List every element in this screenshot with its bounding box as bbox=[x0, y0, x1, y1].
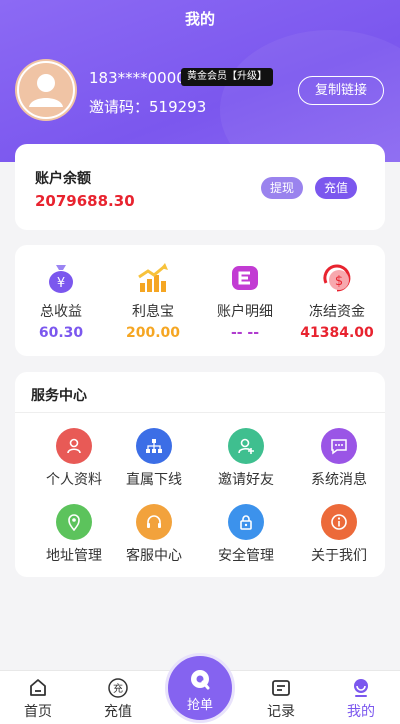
tab-home[interactable]: 首页 bbox=[8, 677, 68, 721]
service-center-card: 服务中心 个人资料 直属下线 邀请好友 系统消息 地址管理 客服中心 安全管理 … bbox=[15, 372, 385, 577]
svg-text:$: $ bbox=[335, 274, 343, 289]
service-center-title: 服务中心 bbox=[31, 388, 87, 404]
invite-code: 邀请码：519293 bbox=[89, 98, 207, 116]
tab-home-label: 首页 bbox=[24, 704, 52, 720]
stat-label: 总收益 bbox=[40, 304, 82, 320]
money-bag-icon: ¥ bbox=[49, 265, 73, 293]
stats-card: ¥ 总收益 60.30 利息宝 200.00 账户明细 -- -- $ 冻结资金 bbox=[15, 245, 385, 356]
add-user-icon bbox=[228, 428, 264, 464]
stat-label: 账户明细 bbox=[217, 304, 273, 320]
grab-order-button[interactable]: 抢单 bbox=[165, 653, 235, 723]
records-icon bbox=[272, 680, 290, 696]
tab-mine-label: 我的 bbox=[347, 704, 375, 720]
service-label: 地址管理 bbox=[46, 548, 102, 564]
stat-interest-treasure[interactable]: 利息宝 200.00 bbox=[107, 261, 199, 341]
tab-recharge-label: 充值 bbox=[104, 704, 132, 720]
growth-chart-icon bbox=[138, 263, 168, 292]
service-label: 邀请好友 bbox=[218, 472, 274, 488]
service-label: 个人资料 bbox=[46, 472, 102, 488]
frozen-dollar-icon: $ bbox=[323, 264, 351, 292]
stat-label: 冻结资金 bbox=[309, 304, 365, 320]
service-label: 安全管理 bbox=[218, 548, 274, 564]
service-security[interactable]: 安全管理 bbox=[200, 504, 292, 565]
service-profile[interactable]: 个人资料 bbox=[28, 428, 120, 489]
lock-icon bbox=[228, 504, 264, 540]
mine-icon bbox=[354, 679, 368, 697]
stat-value: 200.00 bbox=[125, 325, 181, 341]
avatar[interactable] bbox=[15, 59, 77, 121]
stat-value: 60.30 bbox=[38, 325, 84, 341]
service-address-management[interactable]: 地址管理 bbox=[28, 504, 120, 565]
balance-card: 账户余额 2079688.30 提现 充值 bbox=[15, 144, 385, 230]
service-label: 客服中心 bbox=[126, 548, 182, 564]
tab-recharge[interactable]: 充 充值 bbox=[88, 677, 148, 721]
headset-icon bbox=[136, 504, 172, 540]
service-label: 直属下线 bbox=[126, 472, 182, 488]
grab-order-icon bbox=[191, 670, 210, 690]
message-icon bbox=[321, 428, 357, 464]
profile-header: 我的 183****0000 黄金会员【升级】 邀请码：519293 复制链接 bbox=[0, 0, 400, 162]
page-title: 我的 bbox=[184, 10, 215, 28]
member-level-badge[interactable]: 黄金会员【升级】 bbox=[181, 68, 273, 86]
balance-value: 2079688.30 bbox=[35, 192, 135, 210]
stat-value: -- -- bbox=[230, 325, 260, 341]
recharge-icon-glyph: 充 bbox=[113, 682, 123, 695]
tab-records[interactable]: 记录 bbox=[251, 677, 311, 721]
service-system-messages[interactable]: 系统消息 bbox=[293, 428, 385, 489]
service-label: 关于我们 bbox=[311, 548, 367, 564]
wallet-e-icon bbox=[232, 266, 258, 290]
copy-link-button[interactable]: 复制链接 bbox=[298, 76, 384, 105]
divider bbox=[15, 412, 385, 413]
stat-total-earnings[interactable]: ¥ 总收益 60.30 bbox=[15, 261, 107, 341]
location-icon bbox=[56, 504, 92, 540]
user-icon bbox=[56, 428, 92, 464]
recharge-icon: 充 bbox=[108, 678, 128, 698]
service-invite-friends[interactable]: 邀请好友 bbox=[200, 428, 292, 489]
service-label: 系统消息 bbox=[311, 472, 367, 488]
stat-frozen-funds[interactable]: $ 冻结资金 41384.00 bbox=[291, 261, 383, 341]
balance-label: 账户余额 bbox=[35, 171, 91, 187]
grab-order-label: 抢单 bbox=[186, 698, 213, 713]
avatar-icon bbox=[17, 61, 75, 119]
tab-records-label: 记录 bbox=[267, 704, 295, 720]
service-about-us[interactable]: 关于我们 bbox=[293, 504, 385, 565]
tab-mine[interactable]: 我的 bbox=[331, 677, 391, 721]
service-direct-downline[interactable]: 直属下线 bbox=[108, 428, 200, 489]
info-icon bbox=[321, 504, 357, 540]
withdraw-button[interactable]: 提现 bbox=[261, 177, 304, 199]
org-chart-icon bbox=[136, 428, 172, 464]
recharge-button[interactable]: 充值 bbox=[315, 177, 358, 199]
stat-value: 41384.00 bbox=[300, 325, 374, 341]
service-customer-support[interactable]: 客服中心 bbox=[108, 504, 200, 565]
svg-text:¥: ¥ bbox=[57, 276, 65, 291]
stat-account-details[interactable]: 账户明细 -- -- bbox=[199, 261, 291, 341]
stat-label: 利息宝 bbox=[132, 304, 174, 320]
home-icon bbox=[30, 679, 46, 696]
user-phone: 183****0000 bbox=[89, 69, 186, 87]
